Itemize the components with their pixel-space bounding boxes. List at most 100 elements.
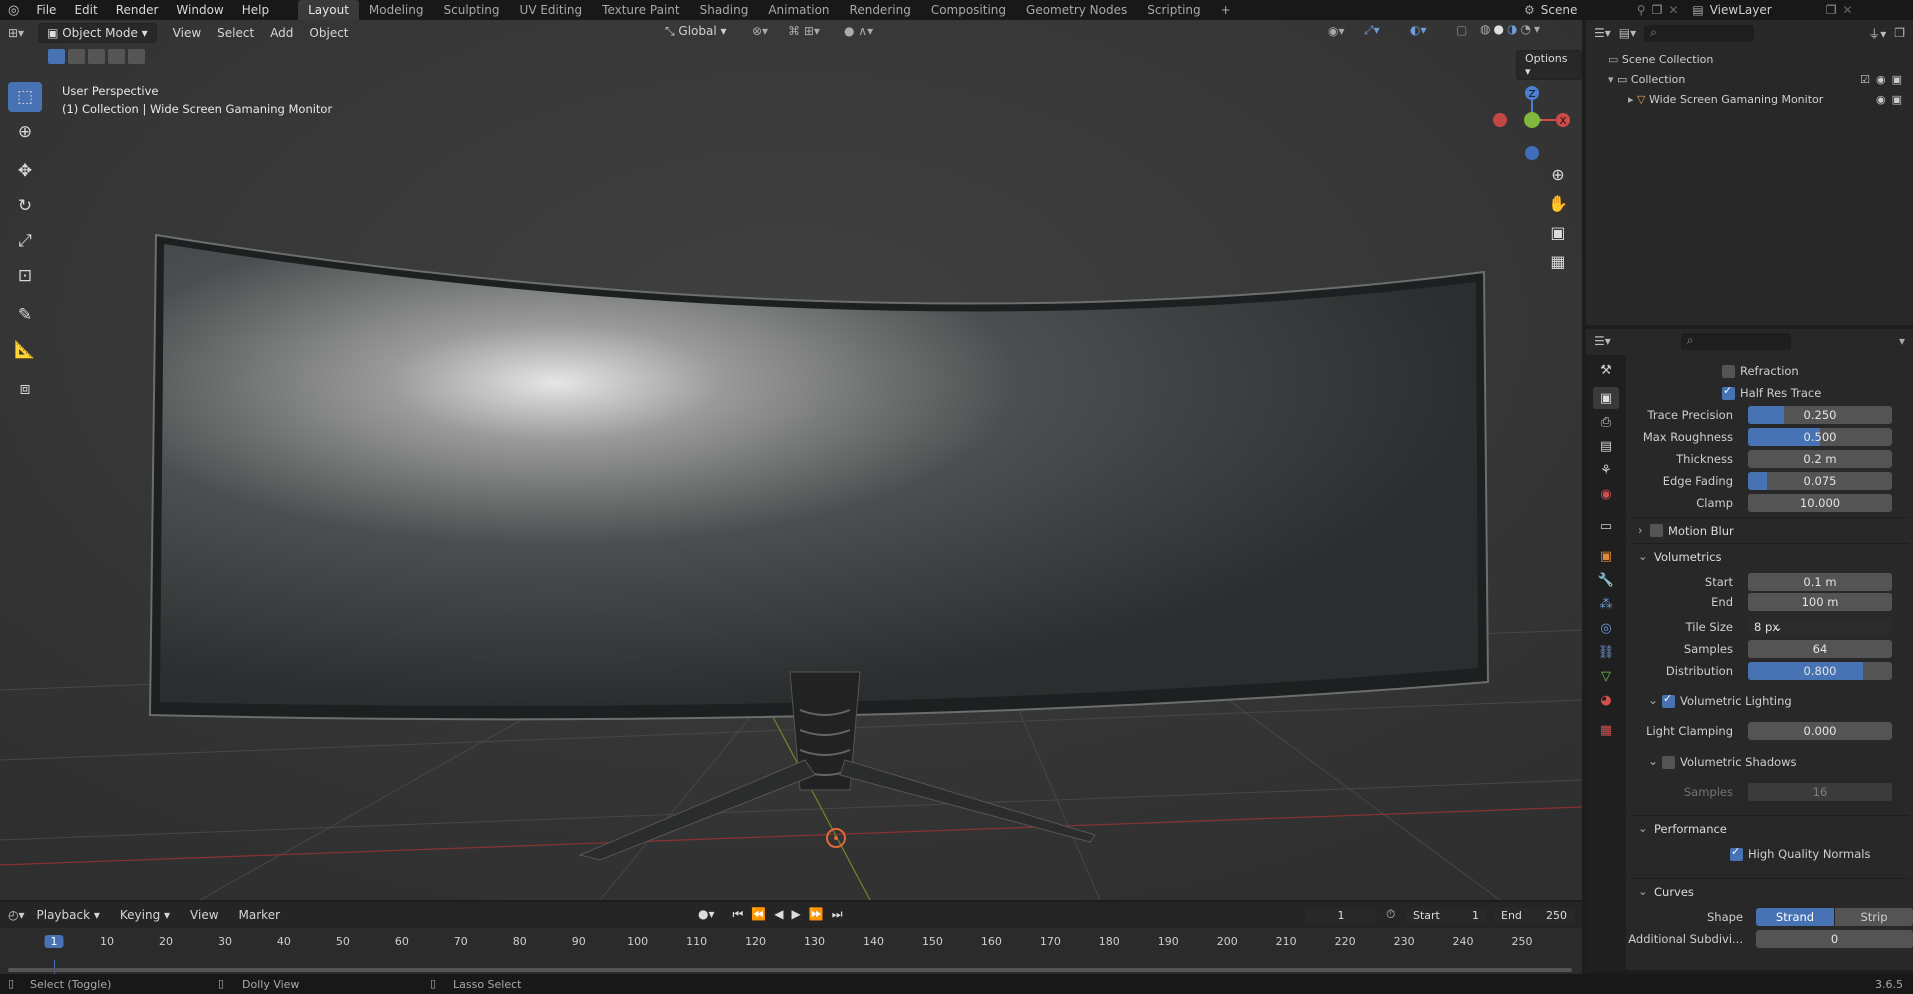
camera-icon[interactable]: ▣ <box>1892 73 1908 86</box>
scene-tab-icon[interactable]: ⚘ <box>1593 459 1619 481</box>
delete-scene-icon[interactable]: ✕ <box>1668 3 1678 17</box>
motion-blur-checkbox[interactable] <box>1650 524 1663 537</box>
timeline-scrollbar[interactable] <box>8 968 1572 972</box>
menu-select[interactable]: Select <box>209 24 262 42</box>
refraction-checkbox[interactable] <box>1722 365 1735 378</box>
start-frame-field[interactable]: Start 1 <box>1404 906 1488 925</box>
curves-panel-header[interactable]: ⌄ Curves <box>1630 878 1909 904</box>
motion-blur-panel-header[interactable]: › Motion Blur <box>1630 517 1909 543</box>
particles-tab-icon[interactable]: ⁂ <box>1593 593 1619 615</box>
vol-samples-field[interactable]: 64 <box>1748 640 1892 658</box>
tab-texture-paint[interactable]: Texture Paint <box>592 0 689 20</box>
cursor-tool[interactable]: ⊕ <box>8 117 42 147</box>
outliner-row-collection[interactable]: ▾ ▭ Collection ☑◉▣ <box>1608 70 1908 90</box>
outliner-editor-icon[interactable]: ☰▾ <box>1594 26 1611 40</box>
menu-window[interactable]: Window <box>167 3 232 17</box>
clamp-field[interactable]: 10.000 <box>1748 494 1892 512</box>
pan-hand-icon[interactable]: ✋ <box>1548 194 1568 213</box>
light-clamping-field[interactable]: 0.000 <box>1748 722 1892 740</box>
half-res-checkbox[interactable] <box>1722 384 1735 400</box>
y-axis-handle[interactable] <box>1524 112 1540 128</box>
current-frame-field[interactable]: 1 <box>1304 906 1378 925</box>
select-new-icon[interactable] <box>48 49 65 64</box>
object-tab-icon[interactable]: ▣ <box>1593 545 1619 567</box>
trace-precision-slider[interactable]: 0.250 <box>1748 406 1892 424</box>
vol-start-field[interactable]: 0.1 m <box>1748 573 1892 591</box>
gizmo-toggle-icon[interactable]: ⤢▾ <box>1364 23 1380 38</box>
select-intersect-icon[interactable] <box>128 49 145 64</box>
menu-view[interactable]: View <box>165 24 209 42</box>
view-layer-tab-icon[interactable]: ▤ <box>1593 435 1619 457</box>
proportional-edit-icon[interactable]: ● ∧▾ <box>844 24 873 38</box>
vol-end-field[interactable]: 100 m <box>1748 593 1892 611</box>
menu-edit[interactable]: Edit <box>65 3 106 17</box>
measure-tool[interactable]: 📐 <box>8 335 42 365</box>
tab-layout[interactable]: Layout <box>298 0 359 20</box>
camera-view-icon[interactable]: ▣ <box>1550 223 1565 242</box>
overlay-toggle-icon[interactable]: ◐▾ <box>1410 23 1427 37</box>
rotate-tool[interactable]: ↻ <box>8 191 42 221</box>
new-scene-icon[interactable]: ❐ <box>1652 3 1663 17</box>
select-subtract-icon[interactable] <box>88 49 105 64</box>
wireframe-shading-icon[interactable]: ◍ <box>1480 22 1490 36</box>
vol-lighting-subpanel[interactable]: ⌄ Volumetric Lighting <box>1626 691 1913 711</box>
viewlayer-icon[interactable]: ▤ <box>1692 3 1703 17</box>
scale-tool[interactable]: ⤢ <box>8 226 42 256</box>
physics-tab-icon[interactable]: ◎ <box>1593 617 1619 639</box>
vol-shadows-subpanel[interactable]: ⌄ Volumetric Shadows <box>1626 752 1913 772</box>
neg-z-handle[interactable] <box>1525 146 1539 160</box>
properties-search-input[interactable]: ⌕ <box>1680 332 1791 350</box>
zoom-icon[interactable]: ⊕ <box>1551 165 1564 184</box>
new-collection-icon[interactable]: ❐ <box>1894 26 1905 40</box>
camera-icon[interactable]: ▣ <box>1892 93 1908 106</box>
move-tool[interactable]: ✥ <box>8 156 42 186</box>
tab-rendering[interactable]: Rendering <box>840 0 921 20</box>
shape-strip-button[interactable]: Strip <box>1835 908 1913 926</box>
transform-tool[interactable]: ⊡ <box>8 261 42 291</box>
tile-size-dropdown[interactable]: 8 px⌄ <box>1748 618 1892 636</box>
xray-icon[interactable]: ▢ <box>1456 23 1467 37</box>
distribution-slider[interactable]: 0.800 <box>1748 662 1892 680</box>
tab-sculpting[interactable]: Sculpting <box>434 0 510 20</box>
rendered-shading-icon[interactable]: ◔ <box>1520 22 1530 36</box>
current-frame-marker[interactable]: 1 <box>44 935 64 948</box>
tab-modeling[interactable]: Modeling <box>359 0 434 20</box>
vol-shadows-checkbox[interactable] <box>1662 756 1675 769</box>
select-box-tool[interactable]: ⬚ <box>8 82 42 112</box>
render-tab-icon[interactable]: ▣ <box>1593 387 1619 409</box>
display-mode-icon[interactable]: ▤▾ <box>1619 26 1636 40</box>
keying-menu[interactable]: Keying ▾ <box>112 906 178 924</box>
viewlayer-name[interactable]: ViewLayer <box>1710 3 1820 17</box>
hq-normals-row[interactable]: High Quality Normals <box>1626 844 1913 864</box>
vol-lighting-checkbox[interactable] <box>1662 692 1675 708</box>
hq-normals-checkbox[interactable] <box>1730 845 1743 861</box>
properties-editor-icon[interactable]: ☰▾ <box>1594 334 1611 348</box>
material-shading-icon[interactable]: ◑ <box>1507 22 1517 36</box>
object-mode-dropdown[interactable]: ▣ Object Mode ▾ <box>38 23 157 43</box>
menu-render[interactable]: Render <box>107 3 168 17</box>
menu-file[interactable]: File <box>27 3 65 17</box>
tab-animation[interactable]: Animation <box>758 0 839 20</box>
constraints-tab-icon[interactable]: ⛓ <box>1593 641 1619 663</box>
volumetrics-panel-header[interactable]: ⌄ Volumetrics <box>1630 543 1909 569</box>
annotate-tool[interactable]: ✎ <box>8 300 42 330</box>
eye-icon[interactable]: ◉ <box>1876 93 1892 106</box>
data-tab-icon[interactable]: ▽ <box>1593 665 1619 687</box>
perspective-grid-icon[interactable]: ▦ <box>1550 252 1565 271</box>
world-tab-icon[interactable]: ◉ <box>1593 483 1619 505</box>
tab-uv-editing[interactable]: UV Editing <box>510 0 593 20</box>
tool-tab-icon[interactable]: ⚒ <box>1593 359 1619 381</box>
thickness-field[interactable]: 0.2 m <box>1748 450 1892 468</box>
max-roughness-slider[interactable]: 0.500 <box>1748 428 1892 446</box>
auto-key-icon[interactable]: ●▾ <box>698 907 715 922</box>
timeline-editor-icon[interactable]: ◴▾ <box>8 908 25 922</box>
select-extend-icon[interactable] <box>68 49 85 64</box>
snap-icon[interactable]: ⌘ ⊞▾ <box>788 24 820 38</box>
jump-end-icon[interactable]: ⏭ <box>832 907 843 922</box>
jump-keyframe-forward-icon[interactable]: ⏩ <box>809 907 824 922</box>
options-dropdown[interactable]: Options ▾ <box>1516 50 1582 80</box>
texture-tab-icon[interactable]: ▦ <box>1593 719 1619 741</box>
edge-fading-slider[interactable]: 0.075 <box>1748 472 1892 490</box>
tab-compositing[interactable]: Compositing <box>921 0 1016 20</box>
visibility-icon[interactable]: ◉▾ <box>1328 24 1345 38</box>
